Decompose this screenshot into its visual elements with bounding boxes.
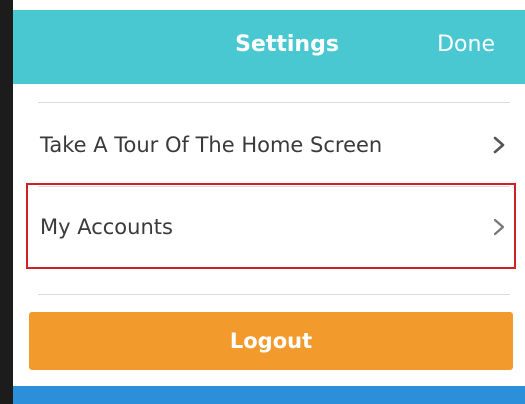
divider-top xyxy=(38,102,510,103)
menu-item-label: My Accounts xyxy=(40,215,173,239)
settings-screen: Settings Done Take A Tour Of The Home Sc… xyxy=(0,0,525,404)
menu-item-take-tour[interactable]: Take A Tour Of The Home Screen xyxy=(38,105,510,185)
divider-bottom xyxy=(38,294,510,295)
settings-header: Settings Done xyxy=(13,10,525,84)
chevron-right-icon xyxy=(493,218,505,236)
logout-button[interactable]: Logout xyxy=(29,312,513,370)
chevron-right-icon xyxy=(493,136,505,154)
done-button[interactable]: Done xyxy=(437,32,495,57)
menu-item-label: Take A Tour Of The Home Screen xyxy=(40,133,383,157)
window-edge xyxy=(0,0,13,404)
menu-item-my-accounts[interactable]: My Accounts xyxy=(38,187,510,267)
bottom-bar xyxy=(13,386,525,404)
